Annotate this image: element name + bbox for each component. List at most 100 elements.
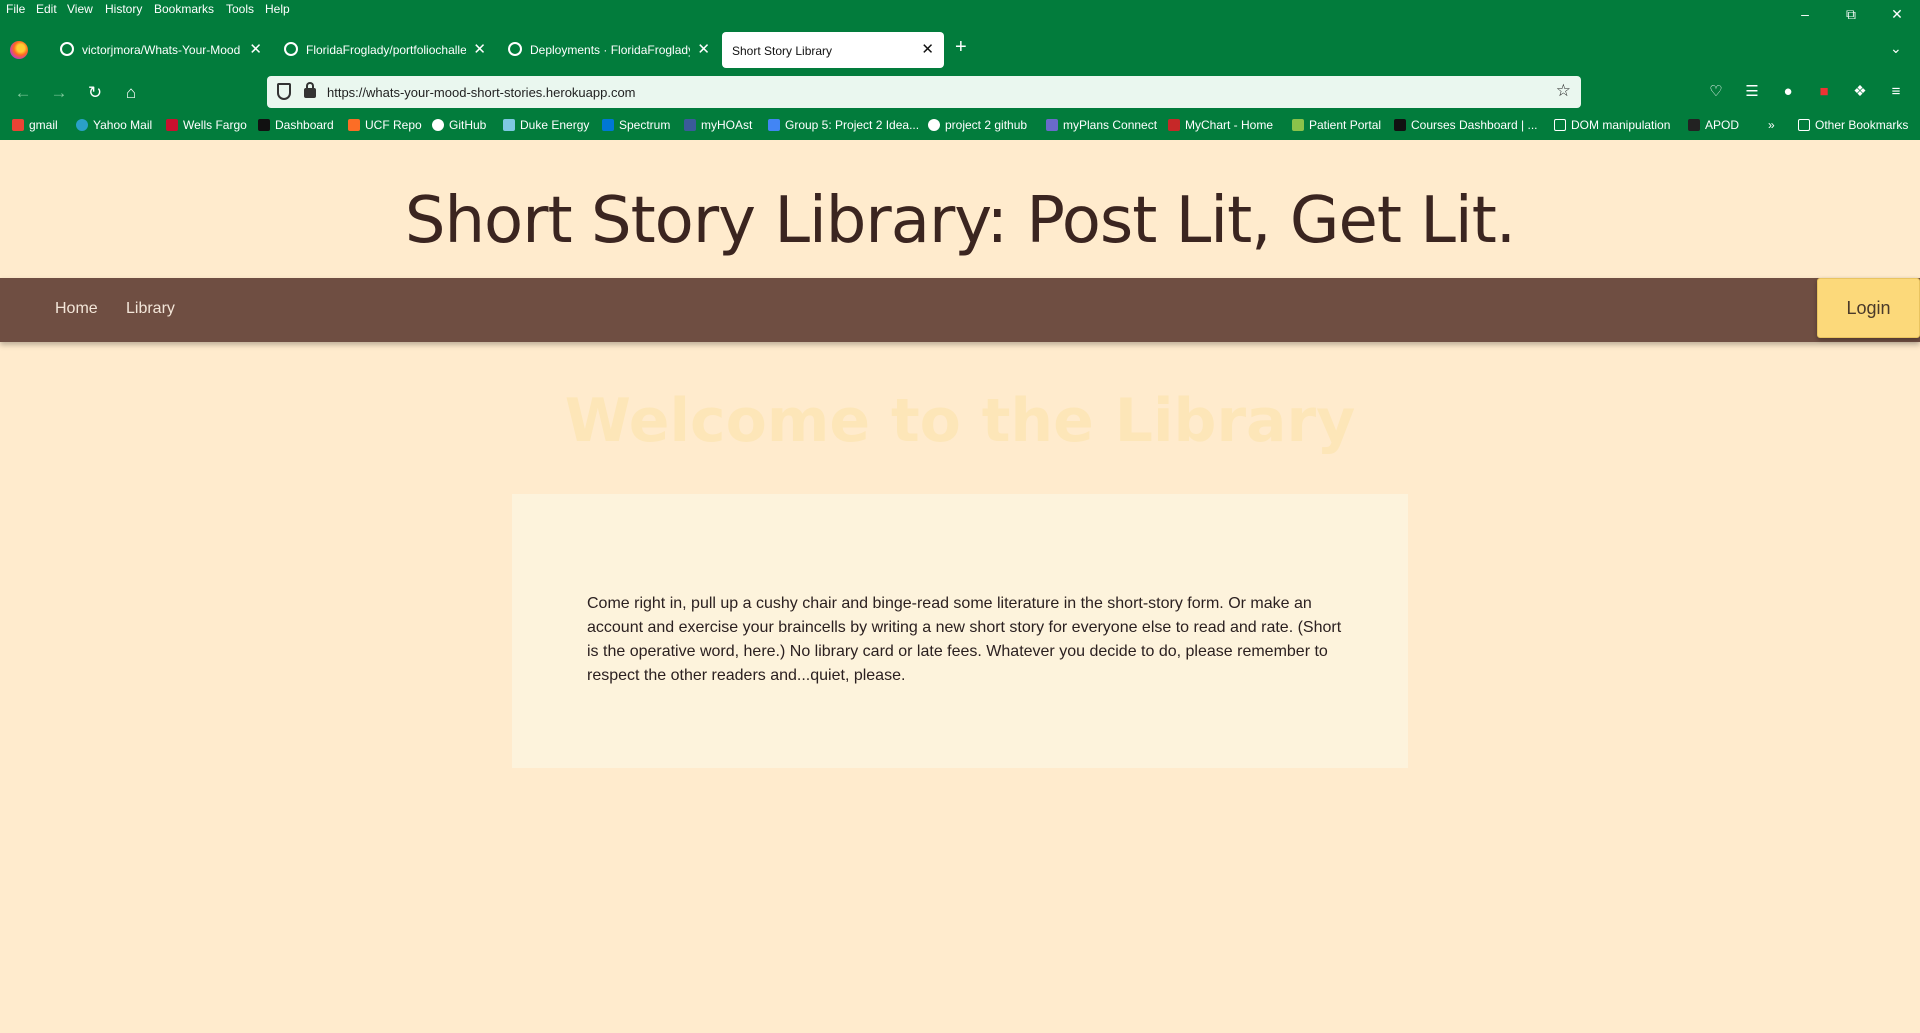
- account-icon[interactable]: ●: [1776, 80, 1800, 104]
- github-icon: [508, 42, 522, 56]
- docs-icon: [768, 119, 780, 131]
- tab-whats-your-mood[interactable]: victorjmora/Whats-Your-Mood ✕: [50, 32, 272, 66]
- tab-short-story-library[interactable]: Short Story Library ✕: [722, 32, 944, 68]
- bookmark-label: GitHub: [449, 118, 487, 132]
- site-navbar: Home Library: [0, 278, 1920, 342]
- restore-icon[interactable]: ⧉: [1828, 0, 1874, 28]
- close-tab-icon[interactable]: ✕: [249, 40, 262, 58]
- bookmark-mychart[interactable]: MyChart - Home: [1168, 118, 1273, 132]
- extension-icon[interactable]: ■: [1812, 80, 1836, 104]
- bookmark-dom-manipulation[interactable]: DOM manipulation: [1554, 118, 1670, 132]
- browser-chrome: File Edit View History Bookmarks Tools H…: [0, 0, 1920, 140]
- bookmark-apod[interactable]: APOD: [1688, 118, 1739, 132]
- tab-title: Short Story Library: [732, 44, 833, 58]
- apod-icon: [1688, 119, 1700, 131]
- library-icon[interactable]: ☰: [1740, 80, 1764, 104]
- bookmark-label: myPlans Connect: [1063, 118, 1158, 132]
- courses-icon: [1394, 119, 1406, 131]
- menu-bar: File Edit View History Bookmarks Tools H…: [0, 0, 1920, 22]
- mychart-icon: [1168, 119, 1180, 131]
- menu-file[interactable]: File: [6, 2, 25, 16]
- menu-tools[interactable]: Tools: [226, 2, 254, 16]
- bookmark-label: Group 5: Project 2 Idea...: [785, 118, 920, 132]
- back-icon[interactable]: ←: [10, 80, 36, 106]
- url-bar[interactable]: ☆: [267, 76, 1581, 108]
- page-content: Short Story Library: Post Lit, Get Lit. …: [0, 140, 1920, 1033]
- bookmark-spectrum[interactable]: Spectrum: [602, 118, 670, 132]
- github-icon: [928, 119, 940, 131]
- bookmark-myplans[interactable]: myPlans Connect: [1046, 118, 1157, 132]
- bookmark-label: Patient Portal: [1309, 118, 1382, 132]
- page-title: Short Story Library: Post Lit, Get Lit.: [404, 184, 1516, 258]
- close-window-icon[interactable]: ✕: [1874, 0, 1920, 28]
- bookmark-label: Courses Dashboard | ...: [1411, 118, 1538, 132]
- new-tab-icon[interactable]: +: [955, 36, 967, 59]
- close-tab-icon[interactable]: ✕: [697, 40, 710, 58]
- gitlab-icon: [348, 119, 360, 131]
- bookmark-courses-dashboard[interactable]: Courses Dashboard | ...: [1394, 118, 1538, 132]
- bookmark-myhoast[interactable]: myHOAst: [684, 118, 752, 132]
- bookmark-label: Other Bookmarks: [1815, 118, 1909, 132]
- menu-edit[interactable]: Edit: [36, 2, 57, 16]
- intro-card: Come right in, pull up a cushy chair and…: [512, 494, 1408, 768]
- nav-home-link[interactable]: Home: [55, 300, 98, 318]
- bookmark-label: myHOAst: [701, 118, 753, 132]
- bookmark-dashboard[interactable]: Dashboard: [258, 118, 334, 132]
- bookmark-github[interactable]: GitHub: [432, 118, 486, 132]
- menu-bookmarks[interactable]: Bookmarks: [154, 2, 214, 16]
- bookmark-duke-energy[interactable]: Duke Energy: [503, 118, 589, 132]
- bookmark-label: Yahoo Mail: [93, 118, 153, 132]
- bookmark-label: DOM manipulation: [1571, 118, 1671, 132]
- intro-text: Come right in, pull up a cushy chair and…: [587, 595, 1342, 684]
- star-icon[interactable]: ☆: [1556, 81, 1571, 101]
- github-icon: [284, 42, 298, 56]
- bookmark-label: project 2 github: [945, 118, 1028, 132]
- chevron-down-icon[interactable]: ⌄: [1890, 40, 1902, 57]
- wells-fargo-icon: [166, 119, 178, 131]
- minimize-icon[interactable]: –: [1782, 0, 1828, 28]
- menu-help[interactable]: Help: [265, 2, 290, 16]
- bookmark-label: gmail: [29, 118, 58, 132]
- tab-deployments[interactable]: Deployments · FloridaFroglady/ ✕: [498, 32, 720, 66]
- welcome-heading: Welcome to the Library: [564, 386, 1356, 456]
- nav-library-link[interactable]: Library: [126, 300, 175, 318]
- menu-view[interactable]: View: [67, 2, 93, 16]
- home-icon[interactable]: ⌂: [118, 80, 144, 106]
- bookmark-yahoo-mail[interactable]: Yahoo Mail: [76, 118, 152, 132]
- tab-title: Deployments · FloridaFroglady/: [530, 43, 690, 57]
- spectrum-icon: [602, 119, 614, 131]
- bookmarks-overflow-icon[interactable]: »: [1768, 118, 1775, 132]
- firefox-icon[interactable]: [10, 41, 28, 59]
- forward-icon[interactable]: →: [46, 80, 72, 106]
- bookmark-label: APOD: [1705, 118, 1740, 132]
- bookmark-label: Wells Fargo: [183, 118, 247, 132]
- bookmark-project2-github[interactable]: project 2 github: [928, 118, 1027, 132]
- reload-icon[interactable]: ↻: [82, 80, 108, 106]
- extensions-icon[interactable]: ❖: [1848, 80, 1872, 104]
- tab-title: FloridaFroglady/portfoliochallenge: [306, 43, 466, 57]
- bookmark-ucf-repo[interactable]: UCF Repo: [348, 118, 422, 132]
- bookmark-patient-portal[interactable]: Patient Portal: [1292, 118, 1381, 132]
- close-tab-icon[interactable]: ✕: [473, 40, 486, 58]
- bookmark-label: Spectrum: [619, 118, 671, 132]
- folder-icon: [1554, 119, 1566, 131]
- bookmark-label: Dashboard: [275, 118, 334, 132]
- close-tab-icon[interactable]: ✕: [921, 40, 934, 58]
- myplans-icon: [1046, 119, 1058, 131]
- login-button[interactable]: Login: [1817, 278, 1920, 338]
- github-icon: [60, 42, 74, 56]
- globe-icon: [76, 119, 88, 131]
- bookmark-wells-fargo[interactable]: Wells Fargo: [166, 118, 247, 132]
- bookmark-gmail[interactable]: gmail: [12, 118, 58, 132]
- bookmark-group5[interactable]: Group 5: Project 2 Idea...: [768, 118, 919, 132]
- pocket-icon[interactable]: ♡: [1704, 80, 1728, 104]
- leaf-icon: [1292, 119, 1304, 131]
- hamburger-menu-icon[interactable]: ≡: [1884, 80, 1908, 104]
- lock-icon[interactable]: [304, 82, 316, 98]
- tab-portfoliochallenge[interactable]: FloridaFroglady/portfoliochallenge ✕: [274, 32, 496, 66]
- menu-history[interactable]: History: [105, 2, 142, 16]
- navigation-toolbar: ← → ↻ ⌂ ☆ ♡ ☰ ● ■ ❖ ≡: [0, 76, 1920, 110]
- bookmark-other[interactable]: Other Bookmarks: [1798, 118, 1908, 132]
- shield-icon[interactable]: [277, 83, 291, 100]
- url-input[interactable]: [327, 81, 1527, 103]
